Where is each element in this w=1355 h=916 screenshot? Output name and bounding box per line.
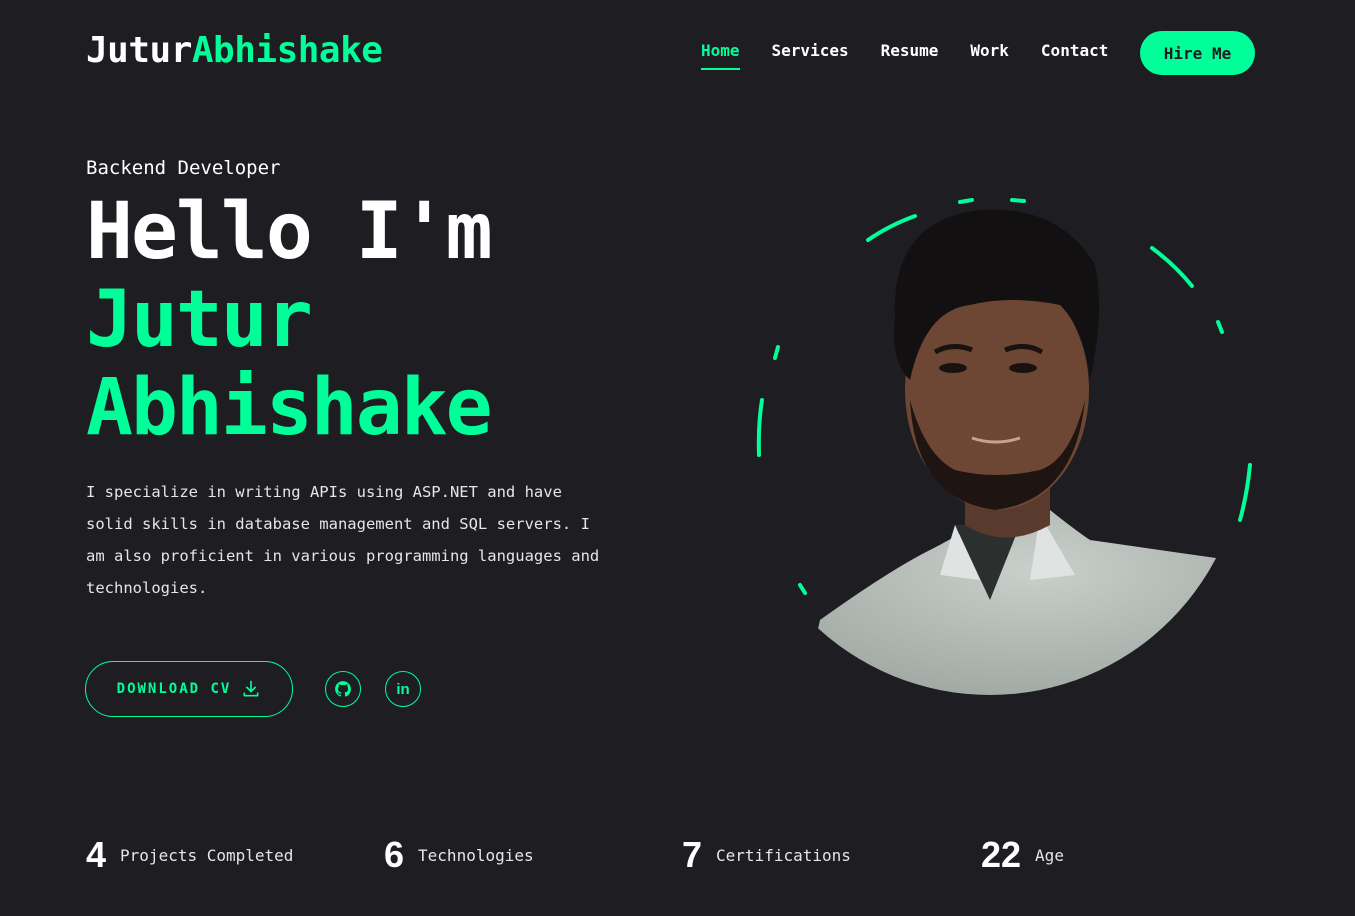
download-icon bbox=[243, 680, 259, 697]
github-icon bbox=[335, 681, 351, 697]
profile-photo-container bbox=[740, 180, 1270, 710]
nav-services[interactable]: Services bbox=[772, 41, 849, 70]
hero-heading: Hello I'm Jutur Abhishake bbox=[86, 187, 493, 453]
stat-age: 22 Age bbox=[981, 834, 1064, 876]
stat-number: 22 bbox=[981, 834, 1022, 875]
nav-work[interactable]: Work bbox=[970, 41, 1009, 70]
name-line-2: Abhishake bbox=[86, 363, 493, 453]
nav-contact[interactable]: Contact bbox=[1041, 41, 1108, 70]
stat-label: Technologies bbox=[418, 845, 534, 865]
stat-number: 6 bbox=[384, 834, 405, 875]
download-cv-button[interactable]: DOWNLOAD CV bbox=[85, 661, 293, 717]
main-nav: Home Services Resume Work Contact bbox=[701, 41, 1108, 70]
stat-number: 4 bbox=[86, 834, 107, 875]
nav-home[interactable]: Home bbox=[701, 41, 740, 70]
name-line-1: Jutur bbox=[86, 275, 313, 365]
hire-me-button[interactable]: Hire Me bbox=[1140, 31, 1255, 75]
github-link[interactable] bbox=[325, 671, 361, 707]
stat-technologies: 6 Technologies bbox=[384, 834, 534, 876]
greeting: Hello I'm bbox=[86, 187, 493, 277]
logo-first: Jutur bbox=[86, 30, 192, 71]
linkedin-icon: in bbox=[396, 680, 410, 698]
stat-label: Certifications bbox=[716, 845, 851, 865]
profile-photo bbox=[756, 198, 1252, 695]
linkedin-link[interactable]: in bbox=[385, 671, 421, 707]
stat-projects: 4 Projects Completed bbox=[86, 834, 293, 876]
site-logo[interactable]: JuturAbhishake bbox=[86, 30, 383, 71]
stat-label: Age bbox=[1035, 845, 1064, 865]
stat-number: 7 bbox=[682, 834, 703, 875]
hero-description: I specialize in writing APIs using ASP.N… bbox=[86, 483, 600, 597]
logo-second: Abhishake bbox=[191, 30, 383, 71]
stat-certifications: 7 Certifications bbox=[682, 834, 851, 876]
stat-label: Projects Completed bbox=[120, 845, 294, 865]
role-title: Backend Developer bbox=[86, 157, 281, 179]
nav-resume[interactable]: Resume bbox=[881, 41, 939, 70]
download-cv-label: DOWNLOAD CV bbox=[116, 681, 232, 697]
